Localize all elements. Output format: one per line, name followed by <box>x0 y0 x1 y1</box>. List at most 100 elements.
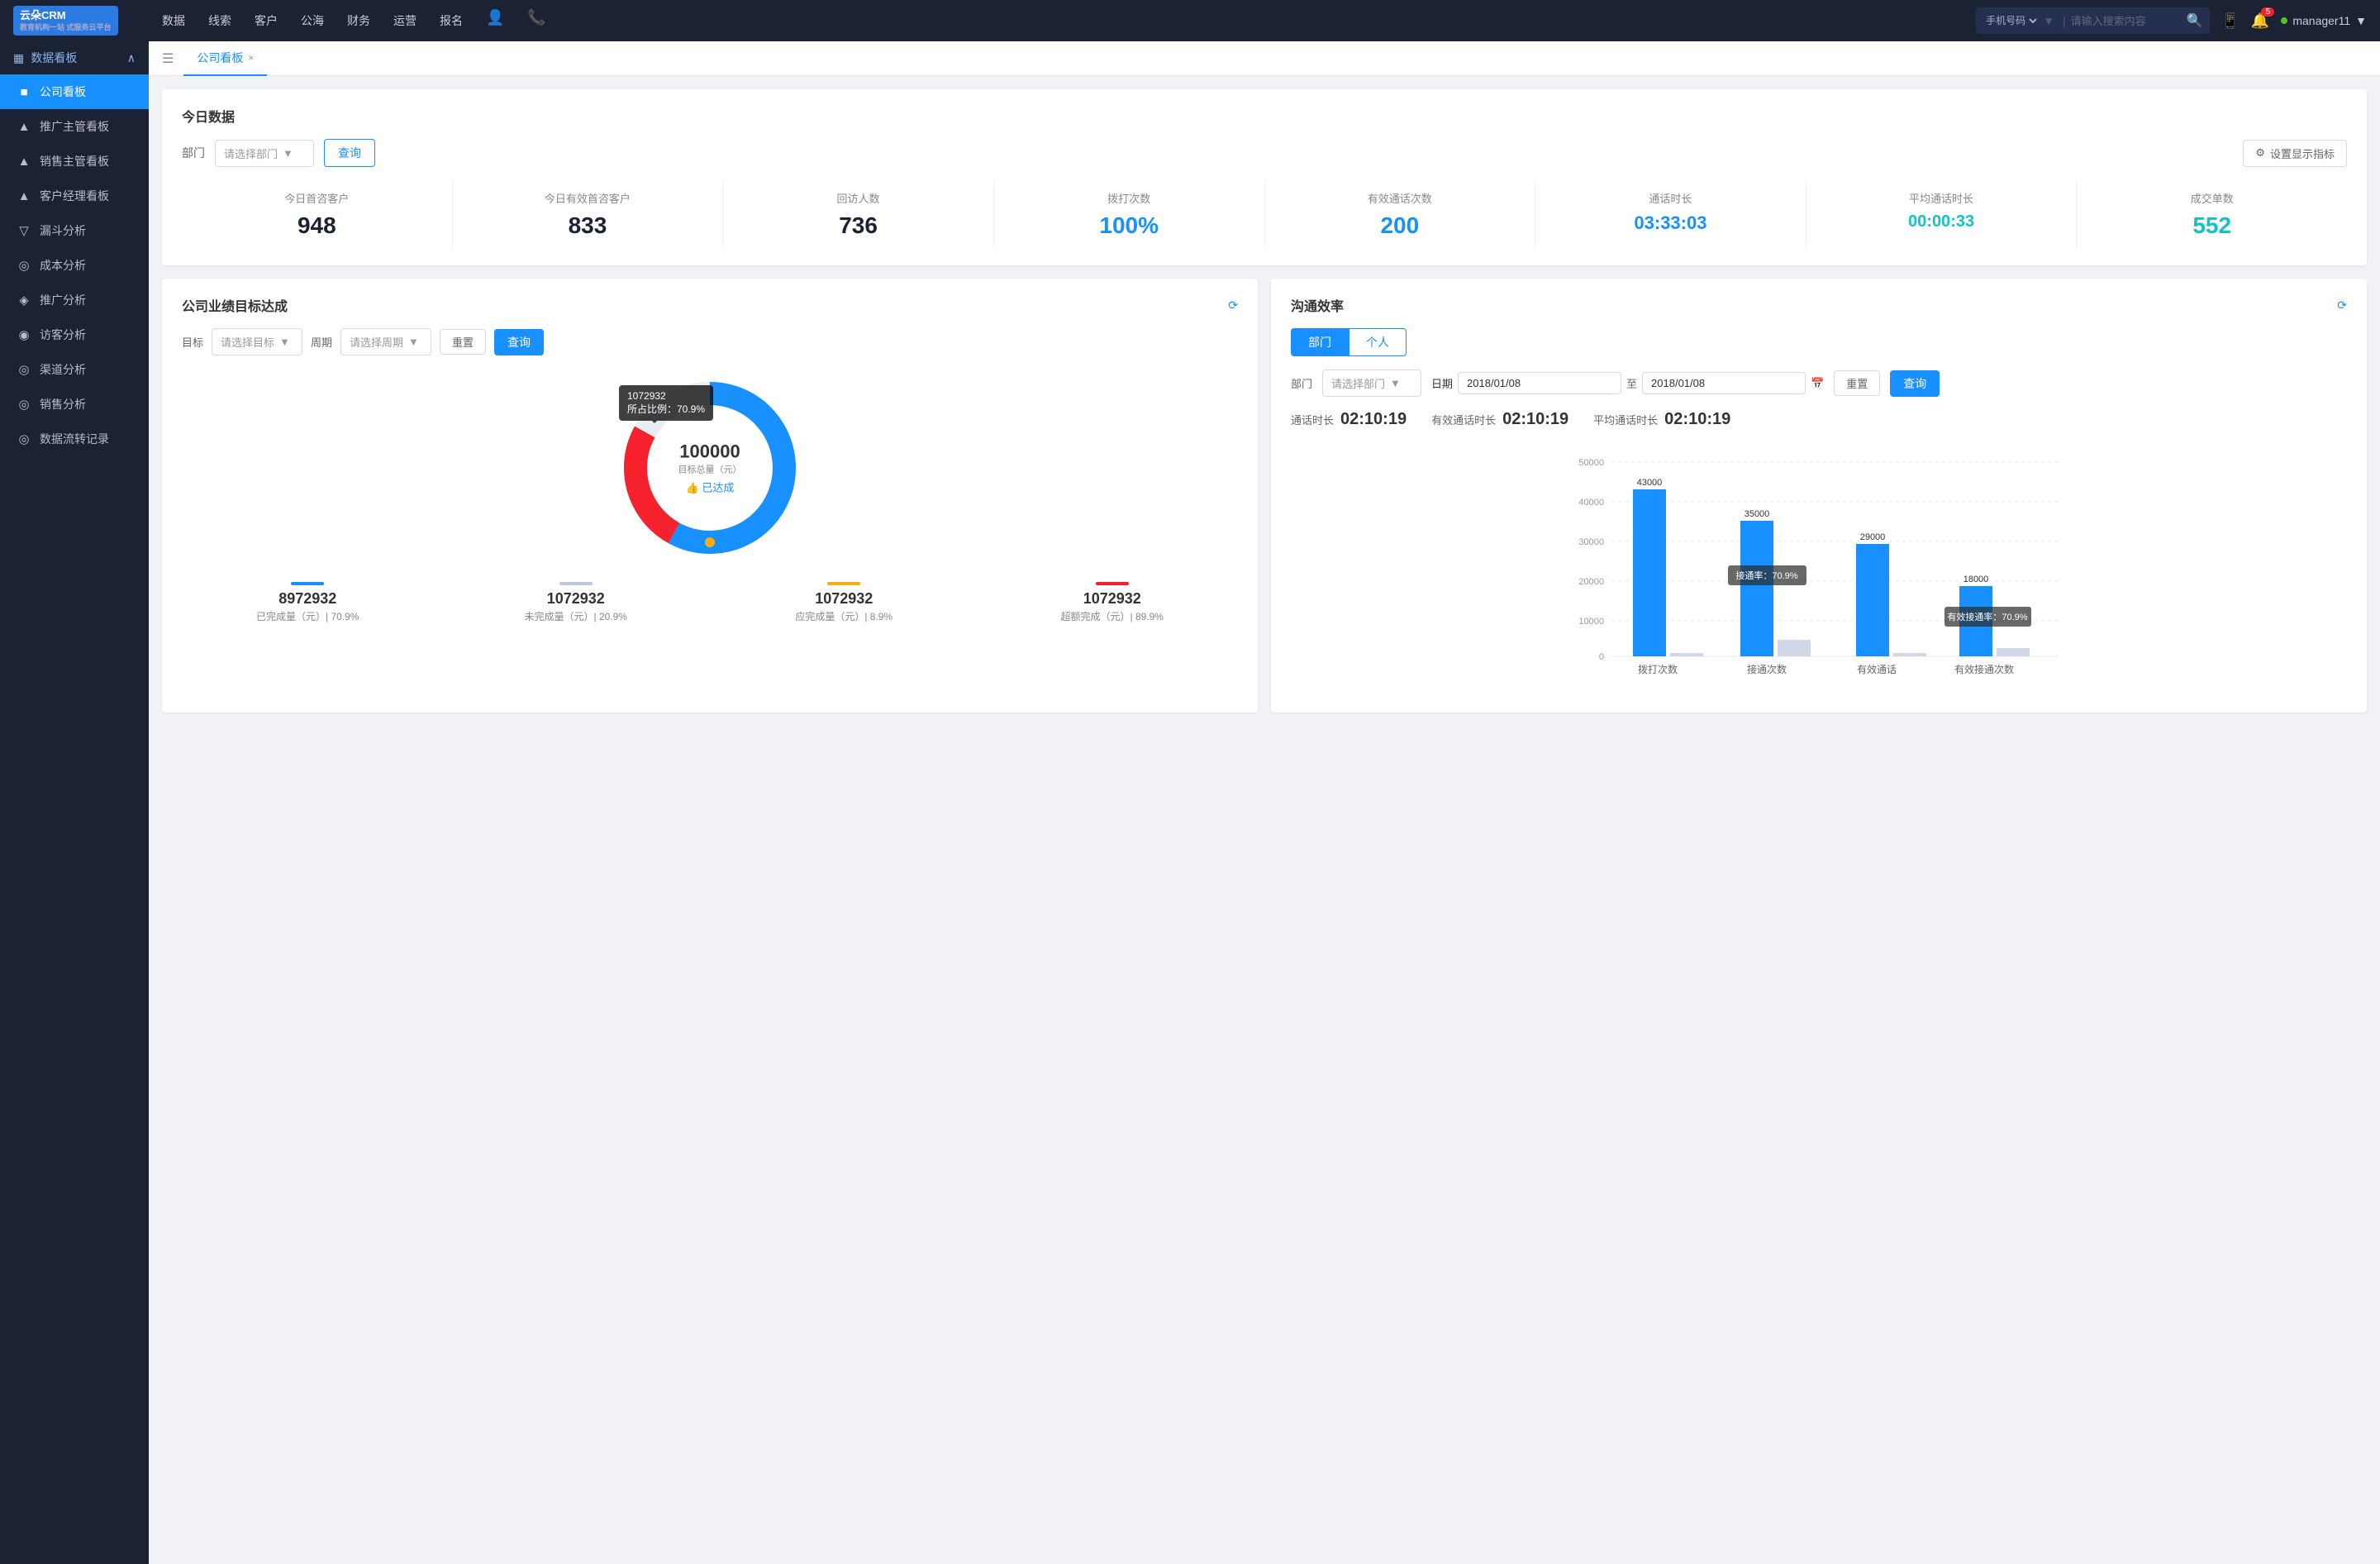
phone-icon[interactable]: 📞 <box>527 9 545 32</box>
sidebar-item-company-board[interactable]: ■ 公司看板 <box>0 74 149 109</box>
metric-dial: 拨打次数 100% <box>994 180 1265 249</box>
visitor-icon: ◉ <box>17 327 31 342</box>
comm-stats: 通话时长 02:10:19 有效通话时长 02:10:19 平均通话时长 02:… <box>1291 410 2347 429</box>
comm-stat-2: 平均通话时长 02:10:19 <box>1593 410 1730 429</box>
logo-subtitle: 教育机构一站 式服务云平台 <box>20 23 112 32</box>
legend-line-over <box>1096 582 1129 585</box>
search-type-select[interactable]: 手机号码 <box>1983 14 2040 27</box>
date-separator: 至 <box>1626 375 1637 391</box>
calendar-icon[interactable]: 📅 <box>1811 377 1824 390</box>
search-box: 手机号码 ▼ | 🔍 <box>1976 7 2209 34</box>
sidebar-item-data-flow[interactable]: ◎ 数据流转记录 <box>0 422 149 456</box>
username: manager11 <box>2292 14 2350 27</box>
metric-value-0: 948 <box>188 212 445 239</box>
user-dropdown-icon: ▼ <box>2355 14 2367 27</box>
target-query-button[interactable]: 查询 <box>494 329 544 355</box>
sidebar-item-sales-analysis[interactable]: ◎ 销售分析 <box>0 387 149 422</box>
comm-stat-label-1: 有效通话时长 <box>1431 412 1496 427</box>
svg-text:接通率：70.9%: 接通率：70.9% <box>1735 570 1797 581</box>
today-query-button[interactable]: 查询 <box>324 139 375 167</box>
today-title: 今日数据 <box>182 106 2347 126</box>
metric-deals: 成交单数 552 <box>2077 180 2347 249</box>
sidebar-item-channel[interactable]: ◎ 渠道分析 <box>0 352 149 387</box>
comm-query-button[interactable]: 查询 <box>1890 370 1940 397</box>
date-from-input[interactable] <box>1458 372 1621 394</box>
svg-text:10000: 10000 <box>1578 617 1604 627</box>
comm-tab-person[interactable]: 个人 <box>1349 328 1407 356</box>
search-icon[interactable]: 🔍 <box>2187 12 2203 29</box>
comm-reset-button[interactable]: 重置 <box>1834 370 1880 396</box>
sidebar-item-account-board[interactable]: ▲ 客户经理看板 <box>0 179 149 213</box>
tab-company-board[interactable]: 公司看板 × <box>183 41 267 76</box>
settings-button[interactable]: ⚙ 设置显示指标 <box>2243 140 2347 167</box>
today-data-section: 今日数据 部门 请选择部门 ▼ 查询 ⚙ 设置显示指标 今日首咨客户 <box>162 89 2367 265</box>
legend-row: 8972932 已完成量（元）| 70.9% 1072932 未完成量（元）| … <box>182 575 1238 630</box>
metric-label-4: 有效通话次数 <box>1272 190 1529 206</box>
sidebar-item-cost[interactable]: ◎ 成本分析 <box>0 248 149 283</box>
metric-value-2: 736 <box>730 212 987 239</box>
metric-label-1: 今日有效首咨客户 <box>459 190 716 206</box>
user-menu[interactable]: manager11 ▼ <box>2281 14 2367 27</box>
nav-clients[interactable]: 客户 <box>255 9 278 32</box>
person-icon[interactable]: 👤 <box>486 9 504 32</box>
metric-value-5: 03:33:03 <box>1542 212 1799 234</box>
tab-menu-icon[interactable]: ☰ <box>162 50 174 67</box>
legend-value-3: 1072932 <box>1083 590 1141 608</box>
metric-label-6: 平均通话时长 <box>1813 190 2070 206</box>
period-label: 周期 <box>311 334 332 350</box>
donut-value: 100000 <box>678 441 742 463</box>
sidebar-item-promotion-analysis[interactable]: ◈ 推广分析 <box>0 283 149 317</box>
comm-stat-1: 有效通话时长 02:10:19 <box>1431 410 1568 429</box>
search-input[interactable] <box>2071 15 2187 27</box>
user-status-dot <box>2281 17 2287 24</box>
notification-count: 5 <box>2261 7 2274 17</box>
nav-data[interactable]: 数据 <box>162 9 185 32</box>
metric-value-7: 552 <box>2083 212 2340 239</box>
nav-finance[interactable]: 财务 <box>347 9 370 32</box>
nav-operations[interactable]: 运营 <box>393 9 416 32</box>
sidebar-item-promotion-board[interactable]: ▲ 推广主管看板 <box>0 109 149 144</box>
comm-dept-select[interactable]: 请选择部门 ▼ <box>1322 370 1421 397</box>
top-navigation: 云朵CRM 教育机构一站 式服务云平台 数据 线索 客户 公海 财务 运营 报名… <box>0 0 2380 41</box>
legend-value-1: 1072932 <box>547 590 605 608</box>
sidebar-item-funnel[interactable]: ▽ 漏斗分析 <box>0 213 149 248</box>
comm-refresh-icon[interactable]: ⟳ <box>2337 298 2347 312</box>
period-select[interactable]: 请选择周期 ▼ <box>340 328 431 355</box>
target-reset-button[interactable]: 重置 <box>440 329 486 355</box>
sidebar-dashboard-header[interactable]: ▦ 数据看板 ∧ <box>0 41 149 74</box>
svg-text:43000: 43000 <box>1637 478 1663 488</box>
legend-line-completed <box>291 582 324 585</box>
date-to-input[interactable] <box>1642 372 1806 394</box>
comm-stat-value-2: 02:10:19 <box>1664 410 1730 429</box>
legend-line-uncompleted <box>559 582 593 585</box>
nav-registration[interactable]: 报名 <box>440 9 463 32</box>
tab-close-icon[interactable]: × <box>248 52 254 64</box>
comm-tab-dept[interactable]: 部门 <box>1291 328 1349 356</box>
dept-select[interactable]: 请选择部门 ▼ <box>215 140 314 167</box>
svg-text:拨打次数: 拨打次数 <box>1638 663 1678 675</box>
comm-card-header: 沟通效率 ⟳ <box>1291 295 2347 315</box>
sidebar-collapse-icon[interactable]: ∧ <box>127 51 136 65</box>
date-label: 日期 <box>1431 375 1453 391</box>
channel-icon: ◎ <box>17 362 31 377</box>
nav-open-sea[interactable]: 公海 <box>301 9 324 32</box>
sidebar-label-funnel: 漏斗分析 <box>40 222 86 239</box>
tablet-icon[interactable]: 📱 <box>2221 12 2240 30</box>
tooltip-line1: 1072932 <box>627 390 705 402</box>
nav-leads[interactable]: 线索 <box>208 9 231 32</box>
target-select[interactable]: 请选择目标 ▼ <box>212 328 302 355</box>
notification-bell[interactable]: 🔔 5 <box>2251 12 2269 30</box>
metric-value-4: 200 <box>1272 212 1529 239</box>
date-range: 日期 至 📅 <box>1431 372 1824 394</box>
legend-value-0: 8972932 <box>278 590 336 608</box>
account-board-icon: ▲ <box>17 189 31 203</box>
svg-text:18000: 18000 <box>1963 575 1989 584</box>
target-refresh-icon[interactable]: ⟳ <box>1228 298 1238 312</box>
sidebar-item-sales-board[interactable]: ▲ 销售主管看板 <box>0 144 149 179</box>
filter-left: 部门 请选择部门 ▼ 查询 <box>182 139 375 167</box>
sidebar-item-visitor[interactable]: ◉ 访客分析 <box>0 317 149 352</box>
legend-label-2: 应完成量（元）| 8.9% <box>795 609 892 623</box>
legend-over-complete: 1072932 超额完成（元）| 89.9% <box>987 575 1239 630</box>
company-board-icon: ■ <box>17 85 31 99</box>
tooltip-line2: 所占比例：70.9% <box>627 402 705 416</box>
